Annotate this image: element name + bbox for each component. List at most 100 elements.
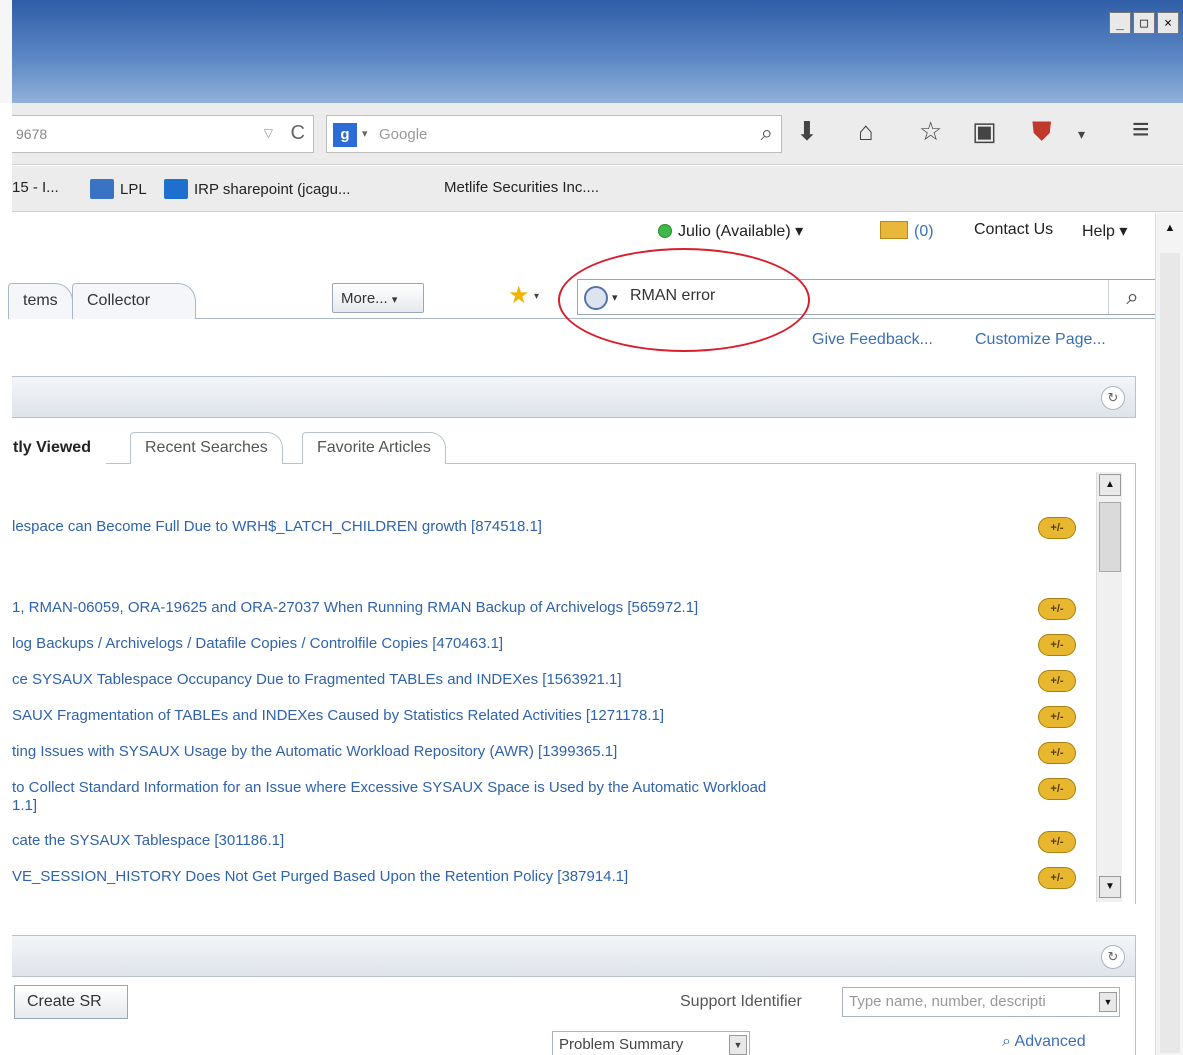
search-icon: ⌕ [1002, 1033, 1011, 1050]
add-favorite-badge[interactable]: +/- [1038, 670, 1076, 692]
window-titlebar: _ □ × [0, 0, 1183, 103]
window-controls: _ □ × [1109, 12, 1179, 34]
page-content: Julio (Available) ▾ (0) Contact Us Help … [0, 213, 1157, 1055]
customize-page-link[interactable]: Customize Page... [975, 331, 1106, 349]
chevron-down-icon: ▾ [795, 223, 804, 240]
refresh-icon[interactable]: ↻ [1101, 945, 1125, 969]
user-status-text: Julio (Available) [678, 223, 791, 240]
favorites-star-icon[interactable]: ★ [508, 281, 530, 310]
clipboard-icon[interactable]: ▣ [972, 118, 997, 144]
bookmark-label: 15 - I... [12, 179, 59, 196]
article-link[interactable]: log Backups / Archivelogs / Datafile Cop… [12, 635, 1012, 653]
reload-icon[interactable]: C [291, 122, 305, 145]
help-menu[interactable]: Help ▾ [1082, 221, 1127, 241]
article-list: lespace can Become Full Due to WRH$_LATC… [12, 464, 1136, 904]
add-favorite-badge[interactable]: +/- [1038, 706, 1076, 728]
bookmark-item[interactable]: IRP sharepoint (jcagu... [164, 179, 350, 199]
annotation-circle [558, 248, 810, 352]
extension-dropdown-icon[interactable]: ▾ [1078, 127, 1085, 141]
add-favorite-badge[interactable]: +/- [1038, 598, 1076, 620]
sr-panel-body: Create SR Support Identifier Type name, … [12, 977, 1136, 1055]
tab-favorite-articles[interactable]: Favorite Articles [302, 432, 446, 464]
give-feedback-link[interactable]: Give Feedback... [812, 331, 933, 349]
article-link[interactable]: VE_SESSION_HISTORY Does Not Get Purged B… [12, 868, 1012, 886]
add-favorite-badge[interactable]: +/- [1038, 634, 1076, 656]
advanced-label: Advanced [1014, 1033, 1086, 1050]
page-scroll-track[interactable] [1160, 253, 1180, 1053]
messages-link[interactable]: (0) [880, 221, 934, 241]
scroll-thumb[interactable] [1099, 502, 1121, 572]
create-sr-button[interactable]: Create SR [14, 985, 128, 1019]
article-link[interactable]: ting Issues with SYSAUX Usage by the Aut… [12, 743, 1012, 761]
article-list-scrollbar[interactable]: ▲ ▼ [1096, 472, 1122, 902]
add-favorite-badge[interactable]: +/- [1038, 831, 1076, 853]
tab-recent-searches[interactable]: Recent Searches [130, 432, 283, 464]
maximize-button[interactable]: □ [1133, 12, 1155, 34]
chevron-down-icon: ▾ [391, 294, 398, 306]
add-favorite-badge[interactable]: +/- [1038, 867, 1076, 889]
search-placeholder: Google [379, 126, 428, 143]
support-identifier-input[interactable]: Type name, number, descripti ▼ [842, 987, 1120, 1017]
search-icon[interactable]: ⌕ [761, 120, 773, 146]
presence-icon [658, 224, 672, 238]
article-link[interactable]: cate the SYSAUX Tablespace [301186.1] [12, 832, 1012, 850]
article-link[interactable]: 1, RMAN-06059, ORA-19625 and ORA-27037 W… [12, 599, 1012, 617]
problem-summary-select[interactable]: Problem Summary ▼ [552, 1031, 750, 1055]
bookmark-star-icon[interactable]: ☆ [919, 118, 942, 144]
messages-count: (0) [914, 223, 934, 240]
browser-toolbar: 9678 ▽ C g ▾ Google ⌕ ⬇ ⌂ ☆ ▣ ⛊ ▾ ≡ [12, 103, 1183, 165]
contact-us-link[interactable]: Contact Us [974, 221, 1053, 239]
article-link[interactable]: to Collect Standard Information for an I… [12, 779, 1012, 815]
extension-icon[interactable]: ⛊ [1032, 118, 1052, 144]
menu-icon[interactable]: ≡ [1132, 115, 1150, 145]
chevron-down-icon[interactable]: ▼ [729, 1035, 747, 1055]
problem-summary-value: Problem Summary [559, 1036, 684, 1053]
bookmark-item[interactable]: Metlife Securities Inc.... [444, 179, 599, 196]
search-engine-icon[interactable]: g [333, 123, 357, 147]
more-button[interactable]: More... ▾ [332, 283, 424, 313]
browser-search-bar[interactable]: g ▾ Google ⌕ [326, 115, 782, 153]
chevron-down-icon: ▾ [1119, 223, 1128, 240]
advanced-search-link[interactable]: ⌕ Advanced [1002, 1033, 1086, 1051]
download-icon[interactable]: ⬇ [796, 118, 818, 144]
user-status-menu[interactable]: Julio (Available) ▾ [658, 221, 803, 241]
article-link[interactable]: SAUX Fragmentation of TABLEs and INDEXes… [12, 707, 1012, 725]
article-link[interactable]: ce SYSAUX Tablespace Occupancy Due to Fr… [12, 671, 1012, 689]
refresh-icon[interactable]: ↻ [1101, 386, 1125, 410]
more-label: More... [341, 290, 388, 307]
mail-icon [880, 221, 908, 239]
tab-items[interactable]: tems [8, 283, 73, 319]
bookmark-item[interactable]: LPL [90, 179, 147, 199]
sr-panel-header: ↻ [12, 935, 1136, 977]
add-favorite-badge[interactable]: +/- [1038, 517, 1076, 539]
tab-collector[interactable]: Collector [72, 283, 196, 319]
bookmark-label: IRP sharepoint (jcagu... [194, 180, 351, 198]
tab-recently-viewed[interactable]: tly Viewed [0, 432, 106, 464]
address-text: 9678 [16, 126, 48, 142]
scroll-down-button[interactable]: ▼ [1099, 876, 1121, 898]
search-go-icon[interactable]: ⌕ [1108, 280, 1156, 314]
history-dropdown-icon[interactable]: ▽ [264, 126, 273, 140]
bookmark-label: Metlife Securities Inc.... [444, 179, 600, 196]
minimize-button[interactable]: _ [1109, 12, 1131, 34]
add-favorite-badge[interactable]: +/- [1038, 742, 1076, 764]
add-favorite-badge[interactable]: +/- [1038, 778, 1076, 800]
address-bar[interactable]: 9678 ▽ C [12, 115, 314, 153]
scroll-up-button[interactable]: ▲ [1099, 474, 1121, 496]
bookmark-favicon-icon [90, 179, 114, 199]
page-scroll-up-button[interactable]: ▲ [1159, 217, 1181, 239]
page-scrollbar[interactable]: ▲ [1155, 213, 1183, 1055]
article-link[interactable]: lespace can Become Full Due to WRH$_LATC… [12, 518, 1012, 536]
support-identifier-label: Support Identifier [680, 993, 802, 1010]
bookmarks-bar: 15 - I... LPL IRP sharepoint (jcagu... M… [12, 166, 1183, 212]
help-label: Help [1082, 223, 1115, 240]
bookmark-item[interactable]: 15 - I... [12, 179, 59, 196]
engine-dropdown-icon[interactable]: ▾ [362, 127, 368, 140]
bookmark-label: LPL [120, 180, 147, 198]
favorites-dropdown-icon[interactable]: ▾ [534, 291, 539, 302]
support-identifier-placeholder: Type name, number, descripti [849, 993, 1046, 1010]
close-button[interactable]: × [1157, 12, 1179, 34]
articles-subtabs: tly Viewed Recent Searches Favorite Arti… [0, 428, 1136, 464]
chevron-down-icon[interactable]: ▼ [1099, 992, 1117, 1012]
home-icon[interactable]: ⌂ [858, 118, 874, 144]
